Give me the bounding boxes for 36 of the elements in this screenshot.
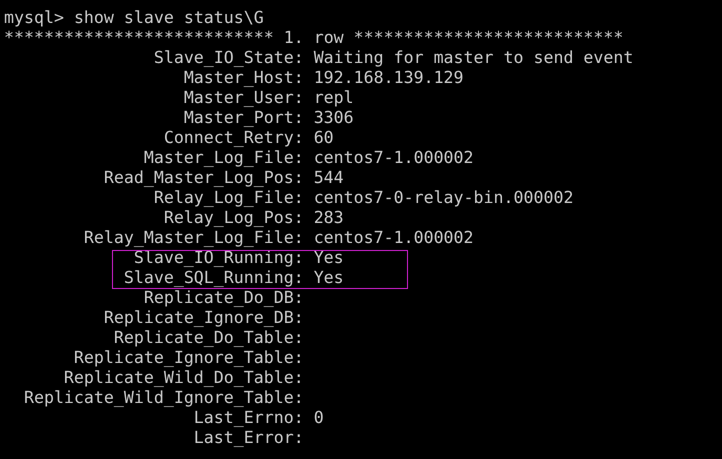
row-header: *************************** 1. row *************************** [4,28,624,48]
field-value: 0 [314,408,324,428]
field-label: Last_Errno: [192,408,304,428]
field-label: Replicate_Do_DB: [142,288,304,308]
field-label: Replicate_Do_Table: [112,328,304,348]
field-value: Waiting for master to send event [314,48,634,68]
field-label: Connect_Retry: [162,128,304,148]
field-value: Yes [314,268,344,288]
field-label: Slave_IO_State: [152,48,304,68]
field-label: Replicate_Ignore_DB: [102,308,304,328]
field-value: 192.168.139.129 [314,68,464,88]
field-value: 283 [314,208,344,228]
field-value: 544 [314,168,344,188]
field-value: centos7-1.000002 [314,228,474,248]
field-label: Last_Error: [192,428,304,448]
field-label: Master_Log_File: [142,148,304,168]
prompt: mysql> [4,8,64,28]
field-value: centos7-0-relay-bin.000002 [314,188,574,208]
field-label: Relay_Log_File: [152,188,304,208]
command-text: show slave status\G [74,8,264,28]
field-label: Slave_SQL_Running: [122,268,304,288]
field-label: Master_Port: [182,108,304,128]
field-value: Yes [314,248,344,268]
field-label: Master_User: [182,88,304,108]
field-label: Slave_IO_Running: [132,248,304,268]
field-label: Relay_Log_Pos: [162,208,304,228]
field-value: repl [314,88,354,108]
field-label: Replicate_Ignore_Table: [72,348,304,368]
field-label: Master_Host: [182,68,304,88]
field-label: Replicate_Wild_Do_Table: [62,368,304,388]
field-label: Replicate_Wild_Ignore_Table: [22,388,304,408]
field-label: Relay_Master_Log_File: [82,228,304,248]
field-label: Read_Master_Log_Pos: [102,168,304,188]
field-value: centos7-1.000002 [314,148,474,168]
field-value: 60 [314,128,334,148]
field-value: 3306 [314,108,354,128]
